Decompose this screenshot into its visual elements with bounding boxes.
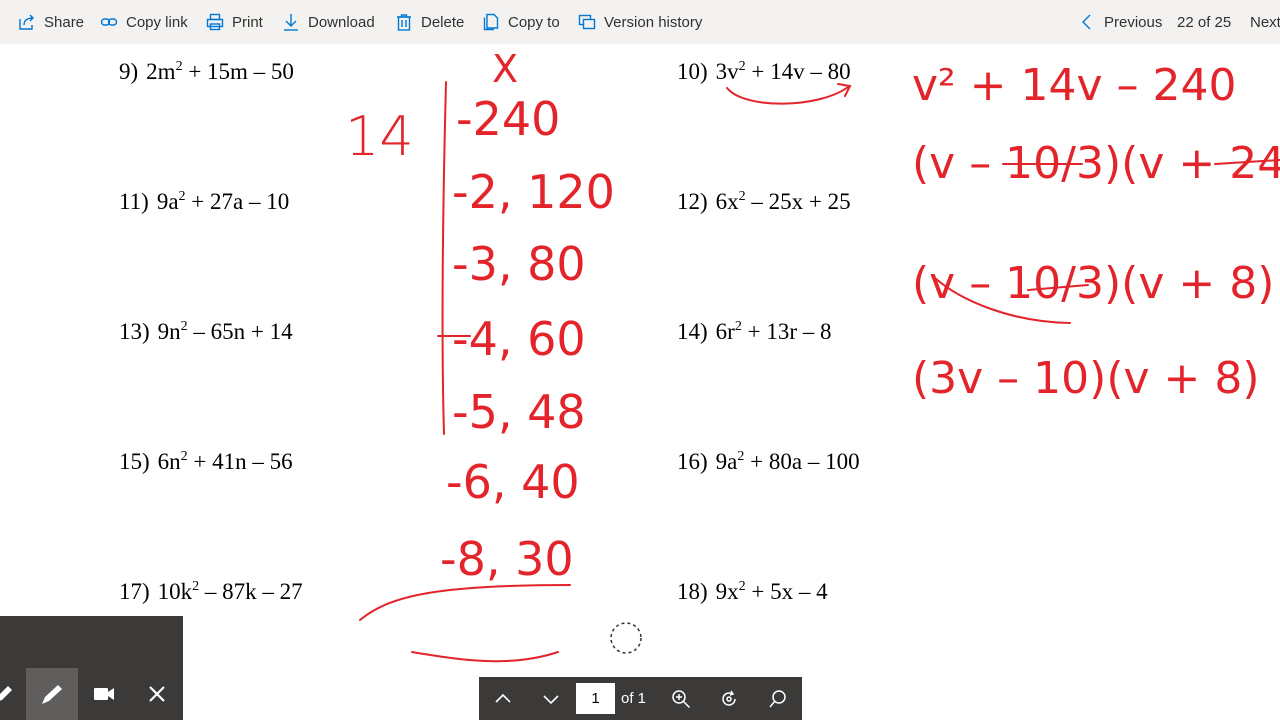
close-icon: [149, 686, 165, 702]
problem-18: 18) 9x2 + 5x – 4: [677, 579, 828, 604]
page-total-label: of 1: [621, 690, 647, 707]
copy-to-button[interactable]: Copy to: [482, 0, 560, 44]
zoom-in-icon: [672, 689, 691, 708]
version-history-label: Version history: [604, 13, 703, 31]
find-button[interactable]: [758, 677, 798, 720]
version-history-button[interactable]: Version history: [578, 0, 702, 44]
problem-9: 9) 2m2 + 15m – 50: [119, 59, 294, 84]
problem-10: 10) 3v2 + 14v – 80: [677, 59, 851, 84]
search-icon: [769, 689, 786, 707]
problem-17: 17) 10k2 – 87k – 27: [119, 579, 303, 604]
zoom-in-button[interactable]: [661, 677, 701, 720]
problem-15: 15) 6n2 + 41n – 56: [119, 449, 293, 474]
pen-icon: [0, 686, 12, 701]
marker-icon: [42, 685, 62, 704]
share-label: Share: [44, 13, 85, 31]
close-pen-panel-button[interactable]: [131, 668, 183, 720]
marker-tool-button[interactable]: [26, 668, 78, 720]
next-button[interactable]: Next: [1250, 0, 1280, 44]
download-button[interactable]: Download: [282, 0, 375, 44]
print-label: Print: [232, 13, 263, 31]
share-icon: [19, 14, 34, 30]
download-label: Download: [308, 13, 375, 31]
camera-icon: [94, 688, 114, 700]
delete-label: Delete: [421, 13, 465, 31]
copy-link-label: Copy link: [126, 13, 188, 31]
document-page: 9) 2m2 + 15m – 50 10) 3v2 + 14v – 80 11) 9a…: [0, 44, 1280, 720]
camera-button[interactable]: [78, 668, 130, 720]
previous-label: Previous: [1104, 13, 1163, 31]
command-bar: Share Copy link Print Download Delete Co…: [0, 0, 1280, 44]
previous-button[interactable]: Previous: [1078, 0, 1162, 44]
chevron-down-icon: [543, 694, 559, 704]
share-button[interactable]: Share: [18, 0, 84, 44]
next-page-button[interactable]: [531, 677, 571, 720]
delete-button[interactable]: Delete: [395, 0, 464, 44]
trash-icon: [397, 14, 411, 31]
rotate-icon: [722, 690, 736, 706]
problem-13: 13) 9n2 – 65n + 14: [119, 319, 293, 344]
problem-12: 12) 6x2 – 25x + 25: [677, 189, 851, 214]
problem-16: 16) 9a2 + 80a – 100: [677, 449, 860, 474]
previous-page-button[interactable]: [483, 677, 523, 720]
problem-11: 11) 9a2 + 27a – 10: [119, 189, 290, 214]
pen-tool-panel: [0, 616, 183, 720]
printer-icon: [206, 13, 224, 31]
chevron-up-icon: [495, 693, 511, 703]
link-icon: [100, 18, 118, 26]
version-history-icon: [578, 14, 596, 30]
copy-link-button[interactable]: Copy link: [100, 0, 188, 44]
next-label: Next: [1250, 13, 1280, 31]
copy-to-label: Copy to: [508, 13, 560, 31]
download-icon: [284, 14, 298, 31]
rotate-button[interactable]: [709, 677, 749, 720]
print-button[interactable]: Print: [206, 0, 263, 44]
file-position: 22 of 25: [1177, 14, 1232, 31]
page-navigator: of 1: [479, 677, 802, 720]
page-number-input[interactable]: [576, 683, 615, 714]
chevron-left-icon: [1082, 14, 1091, 30]
copy-icon: [483, 13, 499, 31]
problem-14: 14) 6r2 + 13r – 8: [677, 319, 832, 344]
